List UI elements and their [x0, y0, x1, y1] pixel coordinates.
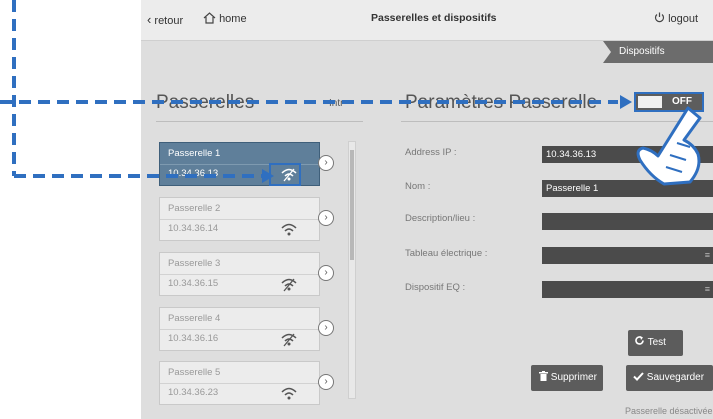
nom-field[interactable]: Passerelle 1	[542, 180, 713, 197]
passerelle-ip: 10.34.36.23	[168, 387, 219, 398]
top-bar: ‹ retour home Passerelles et dispositifs…	[141, 0, 713, 41]
eq-label: Dispositif EQ :	[405, 282, 466, 293]
app-window: ‹ retour home Passerelles et dispositifs…	[141, 0, 713, 419]
wifi-icon	[281, 333, 297, 347]
refresh-icon	[635, 336, 644, 345]
eq-select[interactable]: ≡	[542, 281, 713, 298]
passerelle-ip: 10.34.36.14	[168, 223, 219, 234]
logout-button[interactable]: logout	[654, 12, 698, 25]
trash-icon	[539, 371, 548, 381]
test-button[interactable]: Test	[628, 330, 683, 356]
home-button[interactable]: home	[203, 12, 247, 25]
nom-label: Nom :	[405, 181, 431, 192]
chevron-left-icon: ‹	[147, 12, 152, 27]
wifi-icon	[281, 168, 297, 182]
check-icon	[633, 372, 644, 381]
list-scrollbar[interactable]	[348, 141, 356, 399]
back-button[interactable]: ‹ retour	[147, 12, 183, 27]
description-field[interactable]	[542, 213, 713, 230]
passerelle-name: Passerelle 2	[168, 203, 221, 214]
passerelles-heading: Passerelles	[156, 92, 255, 113]
wifi-icon	[281, 223, 297, 236]
menu-icon: ≡	[704, 250, 710, 260]
supprimer-button[interactable]: Supprimer	[531, 365, 603, 391]
chevron-right-icon[interactable]: ›	[318, 265, 334, 281]
passerelle-ip: 10.34.36.16	[168, 333, 219, 344]
menu-icon: ≡	[704, 284, 710, 294]
passerelle-ip: 10.34.36.15	[168, 278, 219, 289]
wifi-icon	[281, 387, 297, 400]
tableau-label: Tableau électrique :	[405, 248, 488, 259]
activation-toggle[interactable]: OFF	[634, 92, 704, 112]
power-icon	[654, 12, 665, 23]
sauvegarder-button[interactable]: Sauvegarder	[626, 365, 713, 391]
ip-label: Address IP :	[405, 147, 457, 158]
ip-field[interactable]: 10.34.36.13	[542, 146, 713, 163]
toggle-knob	[638, 96, 662, 108]
passerelle-item-2[interactable]: Passerelle 2 10.34.36.14	[159, 197, 320, 241]
right-divider	[401, 121, 713, 122]
chevron-right-icon[interactable]: ›	[318, 374, 334, 390]
page-title: Passerelles et dispositifs	[371, 12, 497, 24]
passerelle-ip: 10.34.36.13	[168, 168, 219, 179]
passerelle-name: Passerelle 5	[168, 367, 221, 378]
passerelle-name: Passerelle 1	[168, 148, 221, 159]
status-text: Passerelle désactivée	[625, 406, 713, 416]
home-icon	[203, 12, 216, 24]
wifi-icon	[281, 278, 297, 292]
left-divider	[156, 121, 363, 122]
params-heading: Paramètres Passerelle	[405, 92, 598, 113]
chevron-right-icon[interactable]: ›	[318, 155, 334, 171]
tableau-select[interactable]: ≡	[542, 247, 713, 264]
passerelle-name: Passerelle 4	[168, 313, 221, 324]
dispositifs-tab[interactable]: Dispositifs	[603, 41, 713, 63]
chevron-right-icon[interactable]: ›	[318, 210, 334, 226]
chevron-right-icon[interactable]: ›	[318, 320, 334, 336]
passerelle-name: Passerelle 3	[168, 258, 221, 269]
passerelle-item-5[interactable]: Passerelle 5 10.34.36.23	[159, 361, 320, 405]
passerelle-item-4[interactable]: Passerelle 4 10.34.36.16	[159, 307, 320, 351]
passerelle-item-3[interactable]: Passerelle 3 10.34.36.15	[159, 252, 320, 296]
description-label: Description/lieu :	[405, 213, 476, 224]
hidden-label: Intr	[329, 98, 344, 109]
passerelle-item-1[interactable]: Passerelle 1 10.34.36.13	[159, 142, 320, 186]
toggle-label: OFF	[672, 96, 692, 107]
scrollbar-thumb[interactable]	[350, 150, 354, 260]
